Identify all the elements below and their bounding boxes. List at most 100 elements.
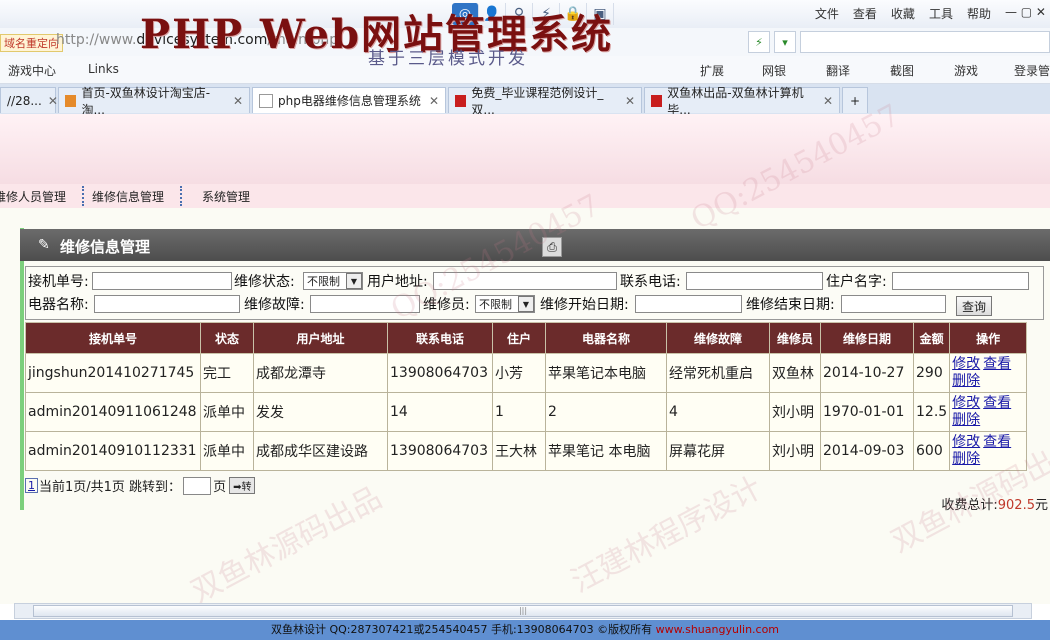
cell-status: 派单中 xyxy=(200,392,254,432)
print-icon[interactable]: ⎙ xyxy=(542,237,562,257)
fav-translate[interactable]: 翻译 xyxy=(826,62,850,79)
cell-order-no: admin20140910112331 xyxy=(25,431,201,471)
view-link[interactable]: 查看 xyxy=(983,356,1011,372)
new-tab-button[interactable]: + xyxy=(842,87,868,113)
fav-login[interactable]: 登录管 xyxy=(1014,62,1050,79)
cell-address: 成都成华区建设路 xyxy=(253,431,388,471)
delete-link[interactable]: 删除 xyxy=(952,373,980,389)
cell-fault: 4 xyxy=(666,392,770,432)
tab-2[interactable]: php电器维修信息管理系统 ✕ xyxy=(252,87,446,113)
horizontal-scrollbar[interactable]: ||| xyxy=(14,603,1032,619)
col-address: 用户地址 xyxy=(253,322,388,354)
repairman-select[interactable]: 不限制 ▼ xyxy=(475,295,535,313)
footer-site-link[interactable]: www.shuangyulin.com xyxy=(656,623,779,636)
phone-input[interactable] xyxy=(686,272,823,290)
fav-games[interactable]: 游戏 xyxy=(954,62,978,79)
total-amount: 902.5 xyxy=(997,498,1035,513)
tab-bar: //28... ✕ 首页-双鱼林设计淘宝店-淘... ✕ php电器维修信息管理系统… xyxy=(0,84,1050,117)
nav-repair-info[interactable]: 维修信息管理 xyxy=(84,188,180,205)
footer-text: 双鱼林设计 QQ:287307421或254540457 手机:13908064… xyxy=(270,623,656,636)
search-form: 接机单号: 维修状态: 不限制 ▼ 用户地址: 联系电话: 住户名字: 电器名称:… xyxy=(25,266,1044,320)
col-phone: 联系电话 xyxy=(387,322,493,354)
end-date-input[interactable] xyxy=(841,295,946,313)
cell-device: 苹果笔记本电脑 xyxy=(545,353,667,393)
cell-address: 成都龙潭寺 xyxy=(253,353,388,393)
cell-phone: 14 xyxy=(387,392,493,432)
cell-status: 派单中 xyxy=(200,431,254,471)
cell-fault: 屏幕花屏 xyxy=(666,431,770,471)
fav-game-center[interactable]: 游戏中心 xyxy=(8,62,56,79)
delete-link[interactable]: 删除 xyxy=(952,451,980,467)
edit-link[interactable]: 修改 xyxy=(952,395,980,411)
order-no-input[interactable] xyxy=(92,272,232,290)
table-row: jingshun201410271745 完工 成都龙潭寺 1390806470… xyxy=(25,353,1028,393)
table-header-row: 接机单号 状态 用户地址 联系电话 住户 电器名称 维修故障 维修员 维修日期 … xyxy=(25,322,1028,354)
edit-link[interactable]: 修改 xyxy=(952,434,980,450)
col-order-no: 接机单号 xyxy=(25,322,201,354)
resident-input[interactable] xyxy=(892,272,1029,290)
page-link[interactable]: 1 xyxy=(25,478,38,493)
go-icon[interactable]: ⚡ xyxy=(748,31,770,53)
jump-page-input[interactable] xyxy=(183,476,212,495)
delete-link[interactable]: 删除 xyxy=(952,412,980,428)
redirect-label: 域名重定向 xyxy=(0,34,63,52)
fav-extensions[interactable]: 扩展 xyxy=(700,62,724,79)
cell-ops: 修改 查看 删除 xyxy=(949,431,1028,471)
site-icon xyxy=(651,94,663,107)
window-controls[interactable]: — ▢ ✕ xyxy=(1005,5,1046,22)
query-button[interactable]: 查询 xyxy=(956,296,992,316)
view-link[interactable]: 查看 xyxy=(983,434,1011,450)
device-input[interactable] xyxy=(94,295,240,313)
col-amount: 金额 xyxy=(912,322,951,354)
nav-system[interactable]: 系统管理 xyxy=(182,188,266,205)
menu-view[interactable]: 查看 xyxy=(853,5,877,22)
fault-label: 维修故障: xyxy=(244,297,305,313)
panel-title: 维修信息管理 xyxy=(60,238,151,256)
menu-help[interactable]: 帮助 xyxy=(967,5,991,22)
close-icon[interactable]: ✕ xyxy=(423,94,439,108)
close-icon[interactable]: ✕ xyxy=(227,94,243,108)
dropdown-icon[interactable]: ▾ xyxy=(774,31,796,53)
browser-search-input[interactable] xyxy=(800,31,1050,53)
repairman-label: 维修员: xyxy=(423,297,470,313)
scrollbar-thumb[interactable]: ||| xyxy=(33,605,1013,617)
cell-amount: 600 xyxy=(912,431,951,471)
footer: 双鱼林设计 QQ:287307421或254540457 手机:13908064… xyxy=(0,620,1050,640)
url-prefix: http://www. xyxy=(56,32,137,48)
fault-input[interactable] xyxy=(310,295,420,313)
start-date-input[interactable] xyxy=(635,295,742,313)
cell-order-no: jingshun201410271745 xyxy=(25,353,201,393)
col-ops: 操作 xyxy=(949,322,1028,354)
go-button[interactable]: ➡转 xyxy=(229,477,256,494)
cell-date: 2014-10-27 xyxy=(820,353,914,393)
address-input[interactable] xyxy=(433,272,617,290)
edit-icon: ✎ xyxy=(38,237,50,253)
cell-status: 完工 xyxy=(200,353,254,393)
close-icon[interactable]: ✕ xyxy=(817,94,833,108)
status-select[interactable]: 不限制 ▼ xyxy=(303,272,363,290)
tab-0[interactable]: //28... ✕ xyxy=(0,87,58,113)
page-unit: 页 xyxy=(213,480,227,495)
menu-tools[interactable]: 工具 xyxy=(929,5,953,22)
fav-bank[interactable]: 网银 xyxy=(762,62,786,79)
cell-date: 1970-01-01 xyxy=(820,392,914,432)
cell-device: 2 xyxy=(545,392,667,432)
tab-label: 双鱼林出品-双鱼林计算机毕... xyxy=(667,85,804,117)
close-icon[interactable]: ✕ xyxy=(619,94,635,108)
cell-repairman: 刘小明 xyxy=(769,431,821,471)
menu-file[interactable]: 文件 xyxy=(815,5,839,22)
menu-favorites[interactable]: 收藏 xyxy=(891,5,915,22)
status-label: 维修状态: xyxy=(234,274,295,290)
fav-links[interactable]: Links xyxy=(88,62,119,76)
tab-4[interactable]: 双鱼林出品-双鱼林计算机毕... ✕ xyxy=(644,86,840,117)
cell-fault: 经常死机重启 xyxy=(666,353,770,393)
nav-repairman[interactable]: 维修人员管理 xyxy=(0,188,82,205)
tab-3[interactable]: 免费_毕业课程范例设计_双... ✕ xyxy=(448,86,642,117)
close-icon[interactable]: ✕ xyxy=(42,94,58,108)
start-date-label: 维修开始日期: xyxy=(540,297,629,313)
tab-1[interactable]: 首页-双鱼林设计淘宝店-淘... ✕ xyxy=(58,86,250,117)
fav-screenshot[interactable]: 截图 xyxy=(890,62,914,79)
edit-link[interactable]: 修改 xyxy=(952,356,980,372)
view-link[interactable]: 查看 xyxy=(983,395,1011,411)
device-label: 电器名称: xyxy=(28,297,89,313)
